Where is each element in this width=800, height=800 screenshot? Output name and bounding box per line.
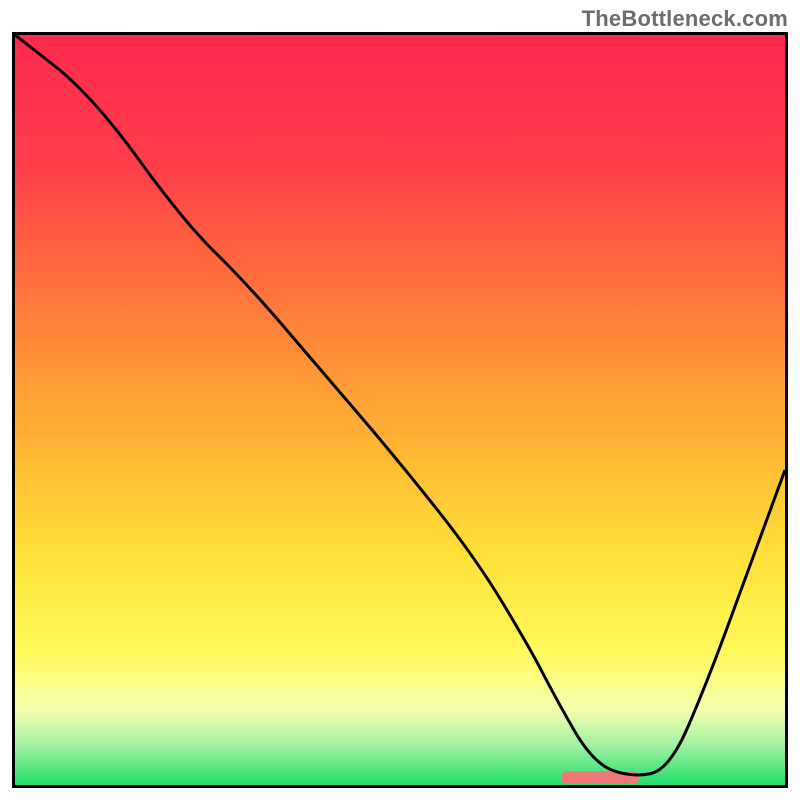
bottleneck-chart xyxy=(12,32,788,788)
chart-stage: TheBottleneck.com xyxy=(0,0,800,800)
plot-area xyxy=(12,32,788,788)
watermark-text: TheBottleneck.com xyxy=(582,6,788,32)
